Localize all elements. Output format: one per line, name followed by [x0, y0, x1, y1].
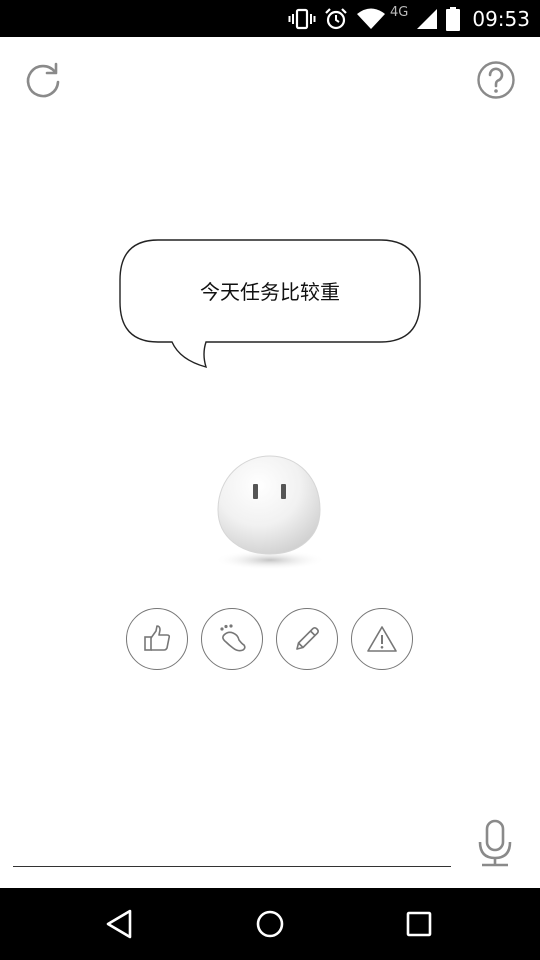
refresh-button[interactable]: [22, 60, 64, 102]
text-input-underline[interactable]: [13, 866, 451, 867]
network-type-label: 4G: [390, 5, 409, 20]
alarm-icon: [324, 7, 348, 31]
status-time: 09:53: [472, 6, 530, 31]
footprint-button[interactable]: [201, 608, 263, 670]
back-button[interactable]: [104, 908, 134, 940]
wifi-icon: [356, 7, 386, 31]
microphone-icon: [478, 819, 512, 867]
help-icon: [477, 61, 515, 99]
warning-icon: [367, 626, 397, 652]
vibrate-icon: [288, 8, 316, 30]
thumbs-up-icon: [144, 625, 171, 651]
help-button[interactable]: [476, 60, 516, 100]
home-button[interactable]: [255, 909, 285, 939]
pencil-icon: [296, 627, 319, 650]
action-buttons: [126, 608, 416, 670]
signal-icon: [416, 8, 438, 30]
recents-button[interactable]: [406, 911, 432, 937]
navigation-bar: [0, 888, 540, 960]
mascot-icon: [214, 455, 326, 570]
like-button[interactable]: [126, 608, 188, 670]
report-button[interactable]: [351, 608, 413, 670]
edit-button[interactable]: [276, 608, 338, 670]
recents-icon: [406, 911, 432, 937]
battery-icon: [446, 6, 461, 31]
status-bar: 4G 09:53: [0, 0, 540, 37]
speech-bubble: 今天任务比较重: [118, 238, 422, 370]
mascot-character[interactable]: [210, 450, 330, 574]
back-icon: [106, 909, 132, 939]
footprint-icon: [220, 624, 246, 652]
status-icons: 4G 09:53: [288, 0, 530, 37]
bubble-text: 今天任务比较重: [200, 280, 340, 304]
microphone-button[interactable]: [474, 818, 516, 868]
home-icon: [256, 910, 284, 938]
refresh-icon: [26, 62, 60, 98]
